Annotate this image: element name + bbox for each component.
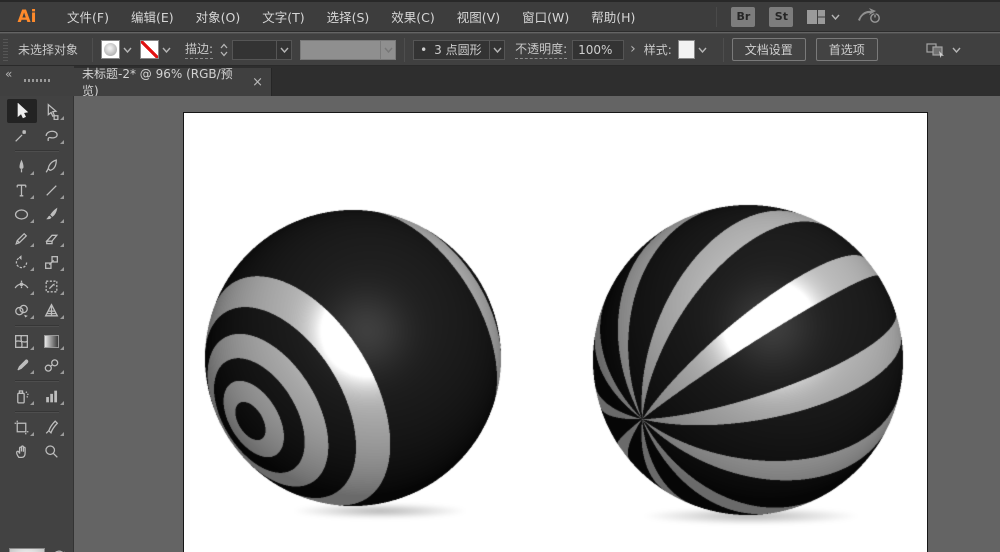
toolbar-panel-header: « [0,66,74,96]
lasso-tool[interactable] [37,123,67,147]
tools-panel [0,96,74,552]
artboard-tool[interactable] [7,415,37,439]
magic-wand-tool[interactable] [7,123,37,147]
gradient-tool[interactable] [37,329,67,353]
stroke-dropdown-chevron[interactable] [162,47,171,53]
menubar-divider [716,7,717,27]
control-bar: 未选择对象 描边: • 3 点圆形 不透明度: 100% › 样式: 文档设 [0,33,1000,66]
opacity-field[interactable]: 100% [572,40,624,60]
scale-tool[interactable] [37,250,67,274]
ellipse-tool[interactable] [7,202,37,226]
chevron-down-icon [831,14,840,20]
menu-item-edit[interactable]: 编辑(E) [120,1,185,32]
eraser-tool[interactable] [37,226,67,250]
divider [92,38,93,62]
menu-item-type[interactable]: 文字(T) [251,1,315,32]
panel-grip[interactable] [3,39,8,61]
toolbar-divider [7,322,67,329]
style-swatch[interactable] [678,40,695,59]
slice-tool[interactable] [37,415,67,439]
tab-bar: « 未标题-2* @ 96% (RGB/预览) × [0,66,1000,96]
hand-tool[interactable] [7,439,37,463]
sphere-horizontal-stripes[interactable] [202,207,504,509]
document-tab-title: 未标题-2* @ 96% (RGB/预览) [82,65,244,99]
tab-close-button[interactable]: × [252,75,263,90]
brush-definition-combo[interactable]: • 3 点圆形 [413,40,505,60]
style-label: 样式: [644,41,672,58]
paintbrush-tool[interactable] [37,202,67,226]
shape-builder-tool[interactable] [7,298,37,322]
menu-item-effect[interactable]: 效果(C) [380,1,445,32]
line-segment-tool[interactable] [37,178,67,202]
document-tab[interactable]: 未标题-2* @ 96% (RGB/预览) × [74,68,272,96]
fill-stroke-block [0,543,74,552]
workspace-grid-icon [807,10,825,24]
menu-item-view[interactable]: 视图(V) [446,1,511,32]
pen-tool[interactable] [7,154,37,178]
opacity-label[interactable]: 不透明度: [515,40,567,59]
rotate-tool[interactable] [7,250,37,274]
stroke-weight-combo[interactable] [232,40,292,60]
mesh-tool[interactable] [7,329,37,353]
eyedropper-tool[interactable] [7,353,37,377]
fill-color-swatch[interactable] [101,40,120,59]
fill-dropdown-chevron[interactable] [123,47,132,53]
menu-item-window[interactable]: 窗口(W) [511,1,580,32]
stock-button[interactable]: St [769,7,793,27]
menu-item-object[interactable]: 对象(O) [185,1,252,32]
divider [404,38,405,62]
workspace-switcher[interactable] [807,10,840,24]
chevron-down-icon [384,47,393,53]
stroke-weight-stepper[interactable] [219,42,229,58]
collapse-panel-button[interactable]: « [5,67,12,81]
stroke-color-swatch[interactable] [140,40,159,59]
chevron-down-icon [280,47,289,53]
illustrator-logo: Ai [10,4,44,30]
pencil-tool[interactable] [7,226,37,250]
curvature-tool[interactable] [37,154,67,178]
stroke-weight-label[interactable]: 描边: [185,40,213,59]
opacity-flyout-button[interactable]: › [630,41,636,57]
arrange-documents-control[interactable] [926,42,961,58]
toolbar-divider [7,377,67,384]
menu-item-file[interactable]: 文件(F) [56,1,120,32]
sphere-vertical-stripes[interactable] [590,202,906,518]
sync-share-icon[interactable] [856,6,880,28]
swap-fill-stroke-icon[interactable] [52,546,66,552]
chevron-down-icon [952,47,961,53]
selection-tool[interactable] [7,99,37,123]
brush-bullet: • [420,43,427,57]
width-tool[interactable] [7,274,37,298]
free-transform-tool[interactable] [37,274,67,298]
menu-item-help[interactable]: 帮助(H) [580,1,646,32]
toolbar-divider [7,147,67,154]
direct-selection-tool[interactable] [37,99,67,123]
toolbar-divider [7,408,67,415]
type-tool[interactable] [7,178,37,202]
document-setup-button[interactable]: 文档设置 [732,38,806,61]
blend-tool[interactable] [37,353,67,377]
selection-status: 未选择对象 [18,41,78,58]
brush-name: 3 点圆形 [434,41,481,58]
fill-swatch-gradient[interactable] [9,548,45,552]
panel-drag-handle[interactable] [24,79,52,82]
stroke-profile-combo [300,40,396,60]
menu-item-select[interactable]: 选择(S) [316,1,381,32]
arrange-documents-icon [926,42,946,58]
bridge-button[interactable]: Br [731,7,755,27]
chevron-down-icon [493,47,502,53]
divider [723,38,724,62]
gradient-fill-preview [104,43,117,56]
menu-bar: Ai 文件(F) 编辑(E) 对象(O) 文字(T) 选择(S) 效果(C) 视… [0,0,1000,32]
symbol-sprayer-tool[interactable] [7,384,37,408]
zoom-tool[interactable] [37,439,67,463]
column-graph-tool[interactable] [37,384,67,408]
gradient-tool-icon [44,335,59,348]
preferences-button[interactable]: 首选项 [816,38,878,61]
perspective-grid-tool[interactable] [37,298,67,322]
style-dropdown-chevron[interactable] [698,47,707,53]
